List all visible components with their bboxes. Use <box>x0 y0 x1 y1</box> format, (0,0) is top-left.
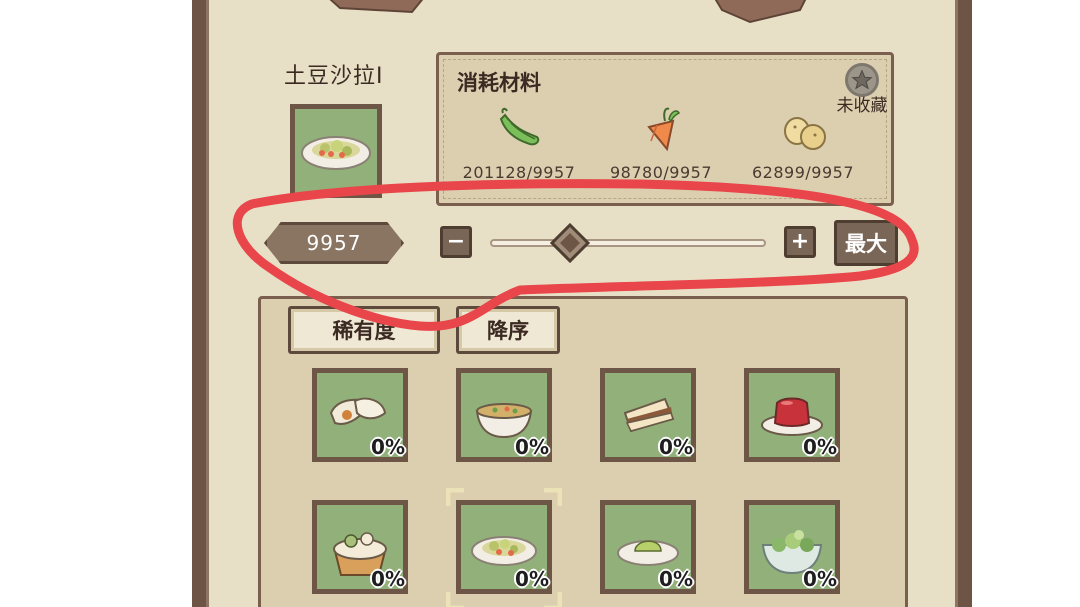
potato-salad-icon <box>301 136 371 170</box>
material-item: 201128/9957 <box>449 101 589 201</box>
recipe-progress: 0% <box>803 435 837 459</box>
recipe-progress: 0% <box>659 435 693 459</box>
recipe-card[interactable]: 0% <box>600 368 696 462</box>
recipe-progress: 0% <box>803 567 837 591</box>
dish-preview-card <box>290 104 382 198</box>
potato-icon <box>784 117 826 150</box>
recipe-progress: 0% <box>371 567 405 591</box>
recipe-card[interactable]: 0% <box>456 368 552 462</box>
quantity-slider[interactable] <box>490 239 766 247</box>
carrot-icon <box>647 107 681 152</box>
sort-rarity-button[interactable]: 稀有度 <box>288 306 440 354</box>
recipe-card[interactable]: 0% <box>744 500 840 594</box>
recipe-progress: 0% <box>515 435 549 459</box>
max-button[interactable]: 最大 <box>834 220 898 266</box>
material-count: 201128/9957 <box>462 163 576 182</box>
material-item: 98780/9957 <box>591 101 731 201</box>
recipe-card-selected[interactable]: 0% <box>456 500 552 594</box>
material-count: 98780/9957 <box>609 163 712 182</box>
dish-name: 土豆沙拉I <box>284 64 384 89</box>
material-item: 62899/9957 <box>733 101 873 201</box>
left-margin <box>0 0 192 607</box>
right-margin <box>972 0 1080 607</box>
leaf-decoration-icon <box>714 0 807 24</box>
sort-order-button[interactable]: 降序 <box>456 306 560 354</box>
leaf-decoration-icon <box>329 0 424 14</box>
recipe-card[interactable]: 0% <box>600 500 696 594</box>
material-count: 62899/9957 <box>751 163 854 182</box>
recipe-card[interactable]: 0% <box>312 500 408 594</box>
quantity-field[interactable]: 9957 <box>264 222 404 264</box>
game-screen: 土豆沙拉I 消耗材料 未收藏 201128/9957 98780/9957 62… <box>0 0 1080 607</box>
recipe-card[interactable]: 0% <box>744 368 840 462</box>
recipe-progress: 0% <box>371 435 405 459</box>
increase-button[interactable]: + <box>784 226 816 258</box>
materials-panel: 消耗材料 未收藏 201128/9957 98780/9957 62899/99… <box>436 52 894 206</box>
recipe-card[interactable]: 0% <box>312 368 408 462</box>
green-bean-icon <box>499 107 540 146</box>
materials-title: 消耗材料 <box>457 71 541 95</box>
recipe-progress: 0% <box>659 567 693 591</box>
decrease-button[interactable]: − <box>440 226 472 258</box>
slider-handle[interactable] <box>550 223 591 263</box>
recipe-progress: 0% <box>515 567 549 591</box>
